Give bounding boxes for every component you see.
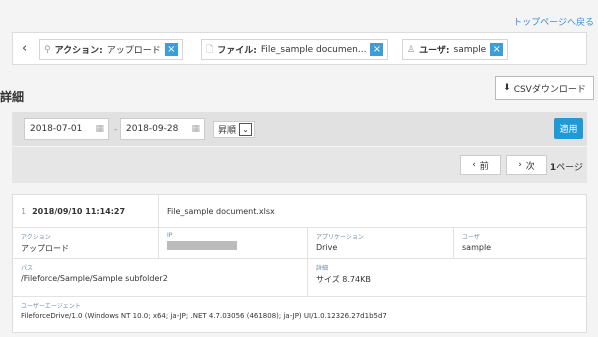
page-suffix: ページ (556, 163, 583, 173)
filter-chip-value: File_sample documen... (260, 44, 367, 55)
user-icon: ♙ (407, 44, 416, 55)
search-filter-row: 2018-07-01 ▦ - 2018-09-28 ▦ 昇順 ⌄ 適用 (12, 112, 587, 146)
action-value: アップロード (21, 244, 69, 253)
chevron-right-icon: › (518, 160, 522, 170)
date-range-separator: - (114, 125, 118, 135)
detail-cell: 詳細 サイズ 8.74KB (308, 259, 588, 296)
date-to-input[interactable]: 2018-09-28 ▦ (120, 118, 205, 140)
filter-chip-key: アクション: (54, 46, 103, 56)
record-timestamp: 2018/09/10 11:14:27 (32, 206, 126, 216)
path-label: パス (21, 265, 34, 272)
ip-redacted (167, 241, 237, 250)
application-value: Drive (316, 243, 338, 252)
top-page-link[interactable]: トップページへ戻る (513, 15, 594, 28)
page-title: 詳細 (0, 90, 25, 104)
application-cell: アプリケーション Drive (308, 228, 454, 258)
path-value: /Fileforce/Sample/Sample subfolder2 (21, 274, 168, 283)
filter-chip-key: ファイル: (217, 46, 257, 56)
record-path-row: パス /Fileforce/Sample/Sample subfolder2 詳… (13, 259, 586, 297)
csv-download-button[interactable]: ⬇ CSVダウンロード (495, 76, 594, 100)
calendar-icon[interactable]: ▦ (191, 124, 200, 134)
back-button[interactable]: ‹ (22, 41, 27, 56)
record-header-row: 1 2018/09/10 11:14:27 File_sample docume… (13, 195, 586, 228)
active-filter-bar: ‹ ⚲ アクション: アップロード × 🗋 ファイル: File_sample … (12, 32, 587, 65)
chevron-left-icon: ‹ (472, 160, 476, 170)
user-value: sample (462, 243, 492, 252)
csv-download-label: CSVダウンロード (513, 84, 586, 95)
prev-label: 前 (479, 161, 489, 172)
ip-cell: IP (159, 228, 308, 258)
pagination-bar: ‹ 前 › 次 1ページ (12, 147, 587, 183)
next-page-button[interactable]: › 次 (506, 155, 547, 175)
action-label: アクション (21, 234, 51, 241)
chevron-down-icon: ⌄ (239, 123, 253, 136)
page-indicator: 1ページ (550, 160, 583, 173)
download-icon: ⬇ (503, 83, 511, 93)
filter-chip-file: 🗋 ファイル: File_sample documen... × (201, 39, 389, 60)
calendar-icon[interactable]: ▦ (95, 124, 104, 134)
action-cell: アクション アップロード (13, 228, 159, 258)
user-label: ユーザ (462, 234, 480, 241)
apply-button[interactable]: 適用 (554, 118, 583, 139)
file-icon: 🗋 (206, 44, 214, 55)
date-from-input[interactable]: 2018-07-01 ▦ (24, 118, 109, 140)
sort-order-value: 昇順 (218, 126, 237, 136)
date-from-value: 2018-07-01 (30, 124, 83, 134)
record-index: 1 (21, 206, 27, 216)
remove-filter-button[interactable]: × (164, 43, 178, 56)
remove-filter-button[interactable]: × (370, 43, 384, 56)
sort-order-select[interactable]: 昇順 ⌄ (213, 121, 255, 138)
record-timestamp-cell: 1 2018/09/10 11:14:27 (13, 195, 159, 227)
size-value: サイズ 8.74KB (316, 275, 371, 284)
detail-label: 詳細 (316, 265, 329, 272)
filter-chip-action: ⚲ アクション: アップロード × (39, 39, 183, 60)
record-ua-row: ユーザーエージェント FileforceDrive/1.0 (Windows N… (13, 297, 586, 332)
date-to-value: 2018-09-28 (126, 124, 179, 134)
filter-chip-value: sample (453, 44, 487, 55)
prev-page-button[interactable]: ‹ 前 (460, 155, 501, 175)
user-agent-value: FileforceDrive/1.0 (Windows NT 10.0; x64… (21, 312, 387, 320)
record-info-row: アクション アップロード IP アプリケーション Drive ユーザ sampl… (13, 228, 586, 259)
ip-label: IP (167, 232, 173, 239)
filter-chip-value: アップロード (106, 46, 161, 56)
user-cell: ユーザ sample (454, 228, 588, 258)
filter-chip-key: ユーザ: (419, 46, 450, 56)
user-agent-label: ユーザーエージェント (21, 303, 81, 310)
log-record-card: 1 2018/09/10 11:14:27 File_sample docume… (12, 194, 587, 333)
filter-chip-user: ♙ ユーザ: sample × (402, 39, 509, 60)
record-filename: File_sample document.xlsx (167, 206, 275, 216)
search-icon: ⚲ (44, 44, 51, 55)
user-agent-cell: ユーザーエージェント FileforceDrive/1.0 (Windows N… (13, 297, 588, 332)
path-cell: パス /Fileforce/Sample/Sample subfolder2 (13, 259, 308, 296)
record-filename-cell: File_sample document.xlsx (159, 195, 588, 227)
remove-filter-button[interactable]: × (490, 43, 504, 56)
next-label: 次 (525, 161, 535, 172)
application-label: アプリケーション (316, 234, 364, 241)
